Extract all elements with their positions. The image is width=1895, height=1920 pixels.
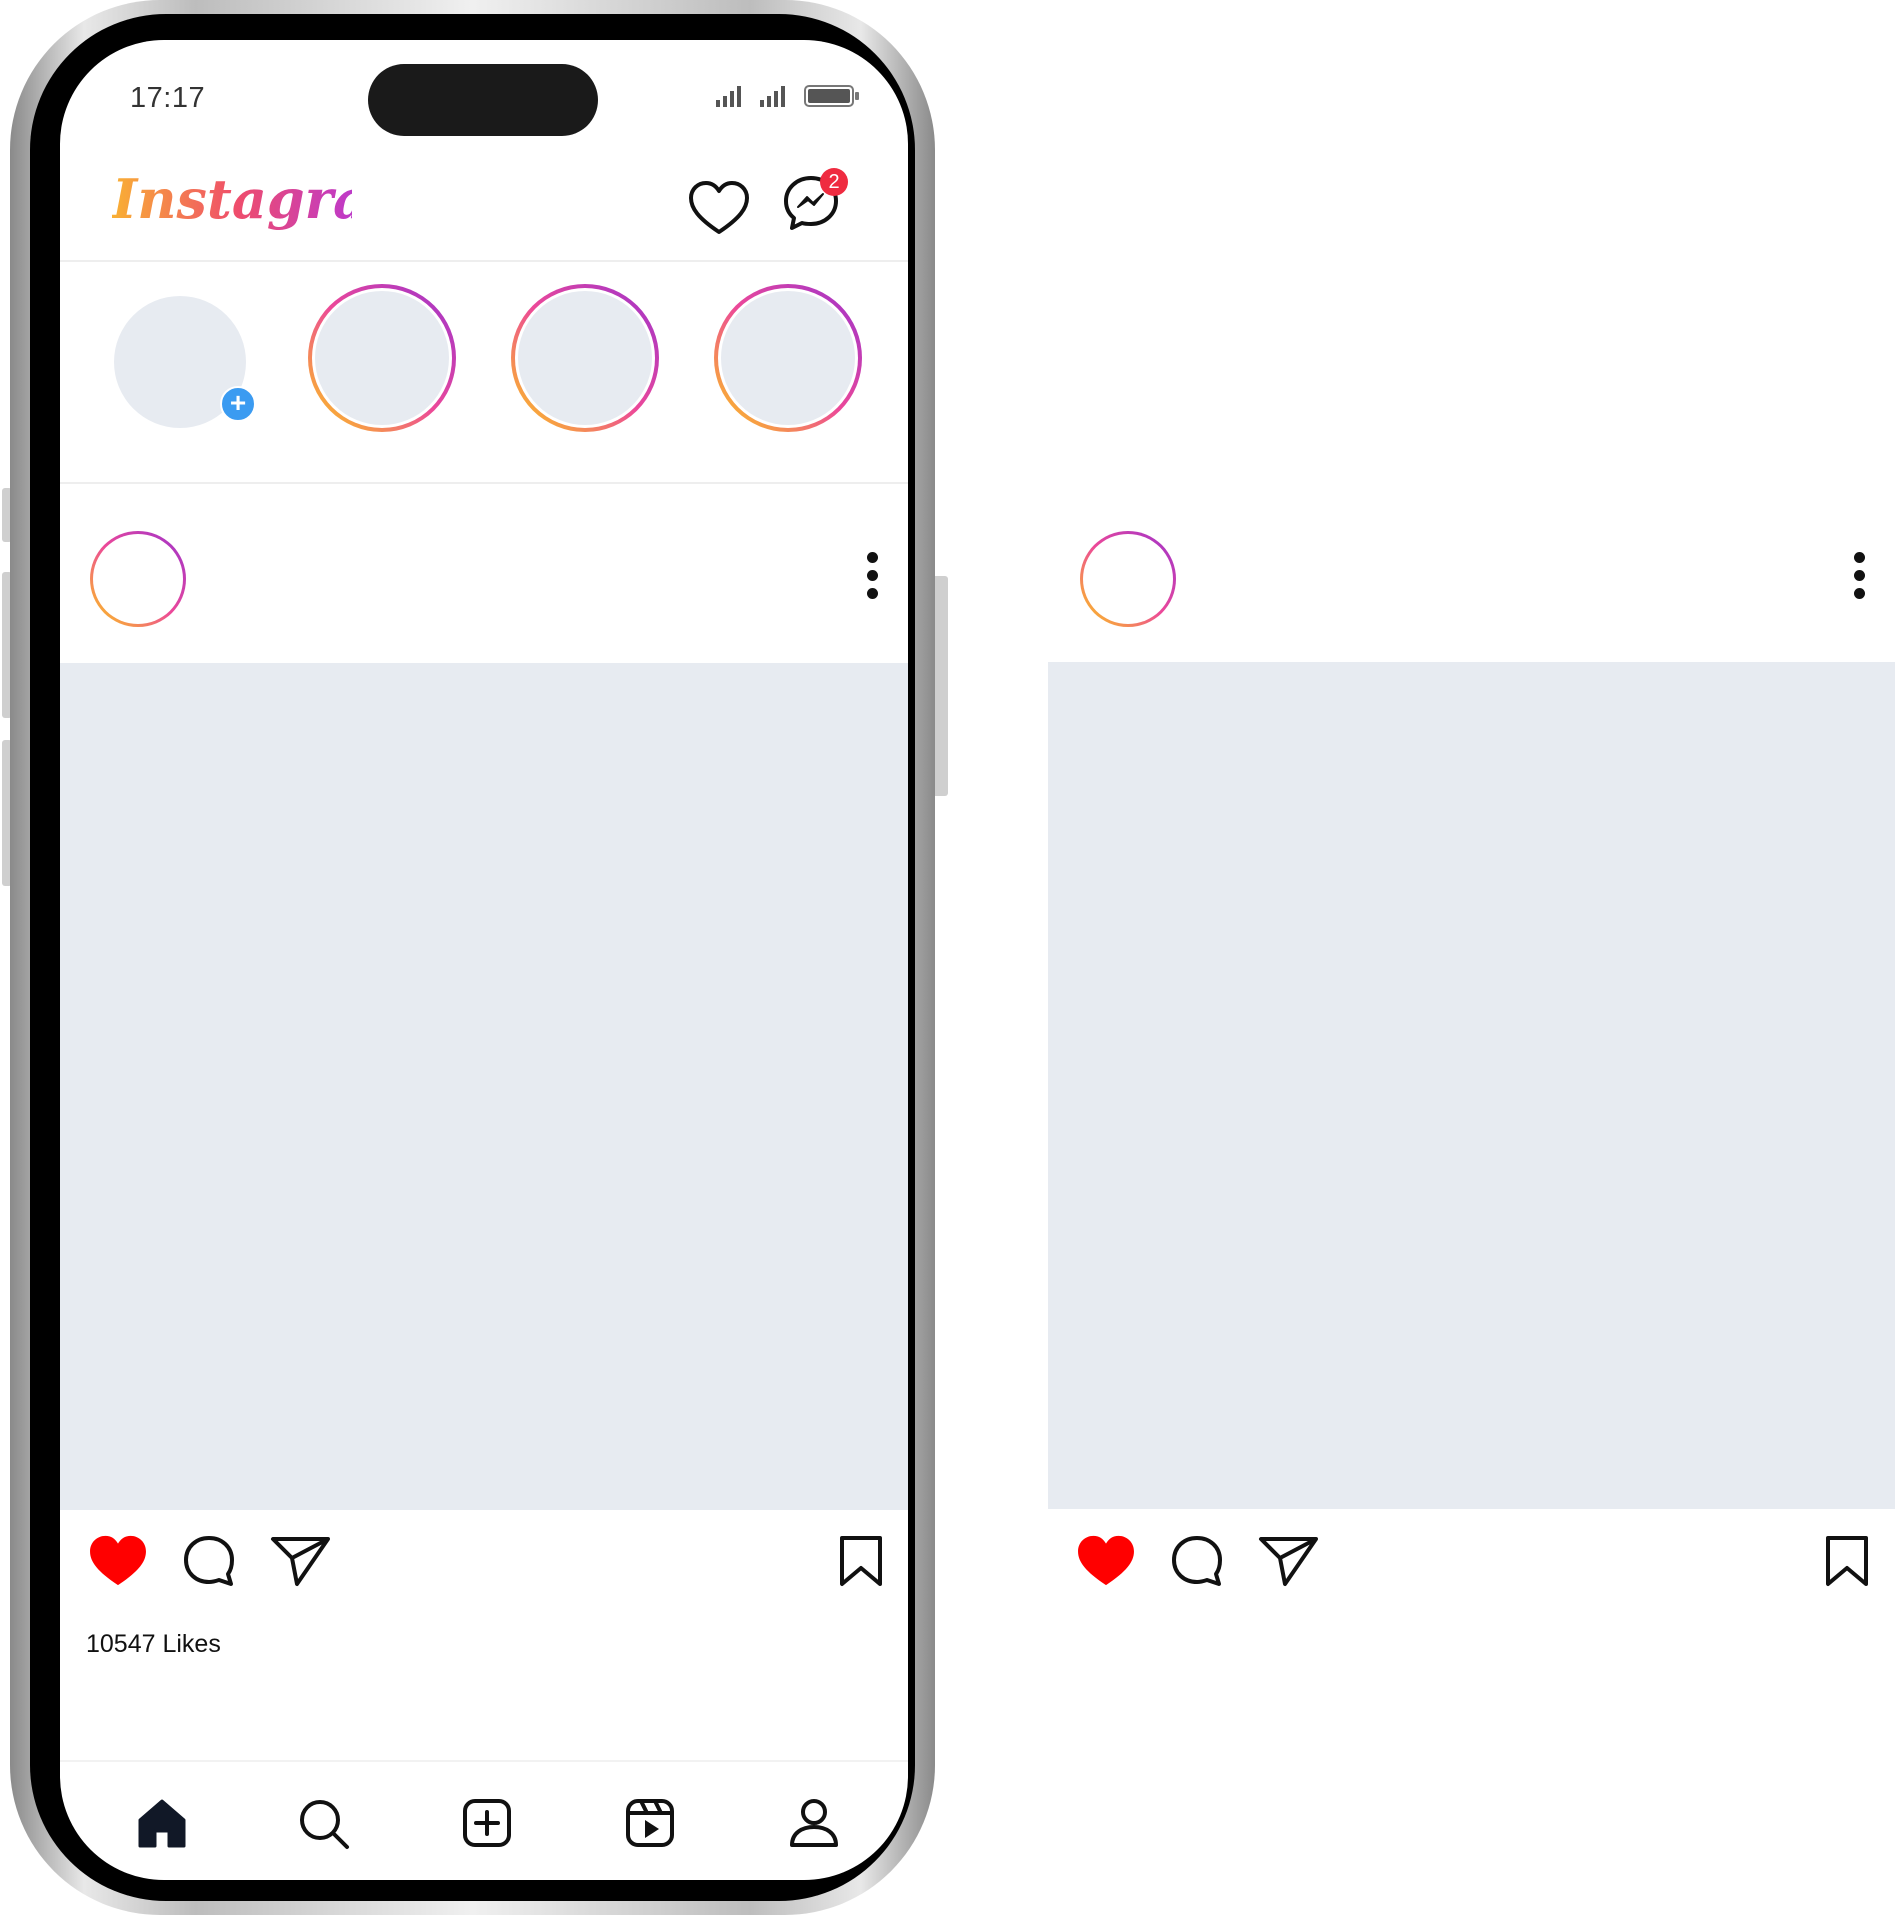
post-image[interactable] [60, 663, 908, 1510]
likes-count: 10547 Likes [86, 1630, 221, 1658]
more-icon[interactable] [867, 552, 879, 606]
bookmark-icon[interactable] [838, 1534, 884, 1588]
story-avatar [315, 291, 449, 425]
like-filled-icon[interactable] [1076, 1534, 1136, 1588]
signal-icon-2 [760, 86, 785, 107]
header-divider [60, 260, 908, 262]
phone-screen: 17:17 Instagr 2 + 10547 Likes [60, 40, 908, 1880]
signal-icon [716, 86, 741, 107]
post-author-avatar-2[interactable] [1080, 531, 1176, 627]
more-icon[interactable] [1854, 552, 1866, 606]
profile-icon[interactable] [788, 1798, 840, 1848]
svg-text:Instagram: Instagram [112, 167, 352, 231]
dynamic-island [368, 64, 598, 136]
story-avatar [721, 291, 855, 425]
status-time: 17:17 [130, 82, 206, 114]
comment-icon[interactable] [182, 1534, 236, 1588]
battery-icon [804, 85, 859, 107]
reels-icon[interactable] [625, 1798, 675, 1848]
share-icon[interactable] [270, 1534, 332, 1588]
search-icon[interactable] [298, 1798, 350, 1850]
story-item[interactable] [511, 284, 659, 432]
story-avatar [518, 291, 652, 425]
post-image-2[interactable] [1048, 662, 1895, 1509]
phone-frame: 17:17 Instagr 2 + 10547 Likes [10, 0, 935, 1915]
add-icon[interactable] [462, 1798, 512, 1848]
comment-icon[interactable] [1170, 1534, 1224, 1588]
instagram-logo: Instagram [112, 167, 352, 231]
bookmark-icon[interactable] [1824, 1534, 1870, 1588]
heart-icon[interactable] [688, 180, 750, 236]
share-icon[interactable] [1258, 1534, 1320, 1588]
story-item[interactable] [308, 284, 456, 432]
status-icons [716, 84, 860, 108]
bottom-nav [60, 1760, 908, 1880]
add-story-button[interactable]: + [220, 386, 256, 422]
home-icon[interactable] [136, 1798, 188, 1848]
stories-divider [60, 482, 908, 484]
like-filled-icon[interactable] [88, 1534, 148, 1588]
story-item[interactable] [714, 284, 862, 432]
messages-badge: 2 [820, 168, 848, 196]
post-author-avatar[interactable] [90, 531, 186, 627]
